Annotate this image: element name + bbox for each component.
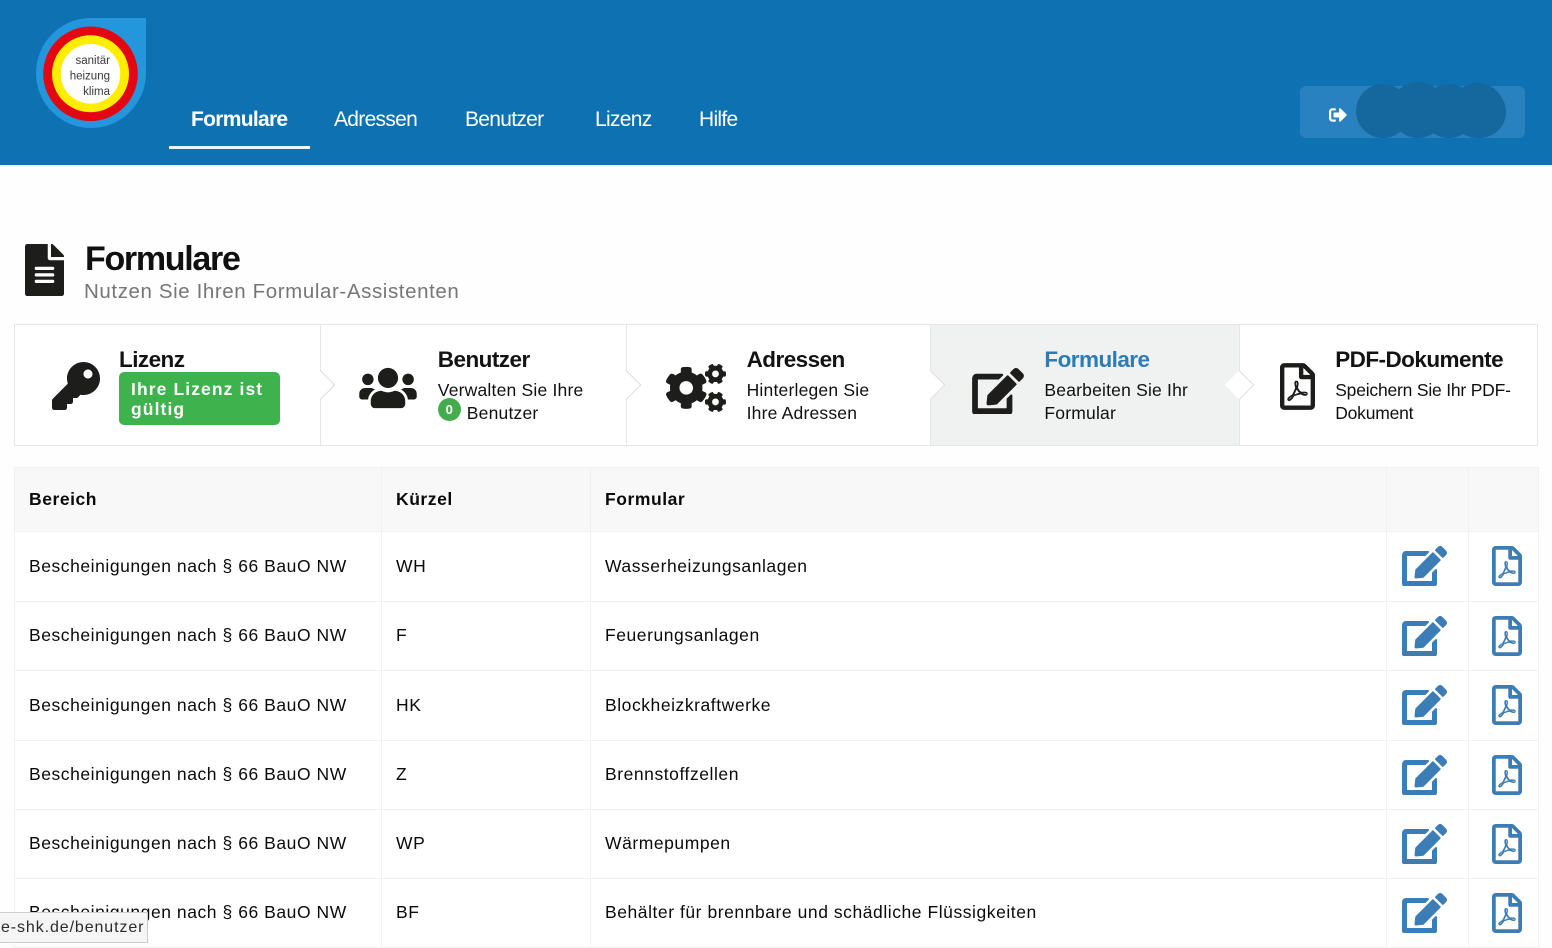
svg-text:klima: klima: [83, 86, 110, 98]
svg-text:heizung: heizung: [70, 71, 110, 83]
svg-text:sanitär: sanitär: [75, 55, 110, 67]
